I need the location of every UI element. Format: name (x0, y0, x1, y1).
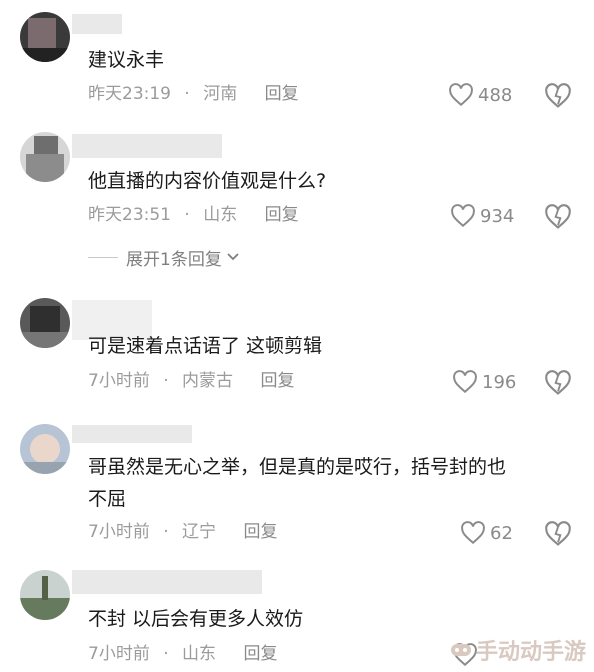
watermark-text: 手动动手游 (475, 640, 586, 665)
heart-icon (449, 83, 473, 107)
avatar[interactable] (20, 298, 70, 348)
timestamp: 7小时前 (88, 371, 150, 391)
avatar[interactable] (20, 424, 70, 474)
dislike-icon[interactable] (544, 82, 572, 110)
timestamp: 7小时前 (88, 644, 150, 664)
reply-button[interactable]: 回复 (265, 203, 299, 227)
like-count: 196 (482, 371, 517, 393)
timestamp: 昨天23:19 (88, 84, 171, 104)
location: 山东 (203, 205, 238, 225)
comment-text: 不屈 (88, 488, 127, 510)
avatar[interactable] (20, 12, 70, 62)
gamepad-icon (450, 644, 471, 656)
timestamp: 7小时前 (88, 522, 150, 542)
expand-replies-button[interactable]: 展开1条回复 (88, 244, 241, 270)
reply-button[interactable]: 回复 (265, 82, 299, 106)
blurred-username (72, 14, 122, 34)
reply-button[interactable]: 回复 (260, 369, 294, 393)
comment-text: 建议永丰 (88, 49, 165, 71)
like-count: 934 (480, 205, 515, 227)
like-count: 62 (490, 522, 513, 544)
location: 辽宁 (182, 522, 217, 542)
comment-text: 不封 以后会有更多人效仿 (88, 608, 304, 630)
heart-icon (461, 521, 485, 545)
dislike-icon[interactable] (544, 520, 572, 548)
comment-meta: 7小时前 · 山东 回复 (88, 642, 278, 666)
location: 内蒙古 (182, 371, 234, 391)
comment-meta: 7小时前 · 内蒙古 回复 (88, 369, 295, 393)
comment-meta: 昨天23:51 · 山东 回复 (88, 203, 299, 227)
divider (88, 256, 118, 258)
chevron-down-icon (227, 253, 239, 261)
blurred-username (72, 134, 222, 158)
like-button[interactable]: 62 (460, 519, 513, 547)
comment-meta: 昨天23:19 · 河南 回复 (88, 82, 299, 106)
comment-text: 他直播的内容价值观是什么? (88, 170, 327, 192)
avatar[interactable] (20, 132, 70, 182)
location: 山东 (182, 644, 217, 664)
timestamp: 昨天23:51 (88, 205, 171, 225)
like-button[interactable]: 196 (452, 368, 516, 396)
like-button[interactable]: 488 (448, 81, 512, 109)
blurred-username (72, 425, 192, 443)
dislike-icon[interactable] (544, 203, 572, 231)
blurred-username (72, 570, 262, 594)
reply-button[interactable]: 回复 (243, 520, 277, 544)
like-button[interactable]: 934 (450, 202, 514, 230)
reply-button[interactable]: 回复 (243, 642, 277, 666)
expand-replies-label: 展开1条回复 (126, 249, 222, 270)
heart-icon (451, 204, 475, 228)
like-count: 488 (478, 84, 513, 106)
dislike-icon[interactable] (544, 369, 572, 397)
avatar[interactable] (20, 570, 70, 620)
watermark: 手动动手游 (449, 634, 586, 666)
comment-text: 可是速着点话语了 这顿剪辑 (88, 335, 323, 357)
comment-meta: 7小时前 · 辽宁 回复 (88, 520, 278, 544)
heart-icon (453, 370, 477, 394)
comment-text: 哥虽然是无心之举，但是真的是哎行，括号封的也 (88, 456, 507, 478)
location: 河南 (203, 84, 238, 104)
